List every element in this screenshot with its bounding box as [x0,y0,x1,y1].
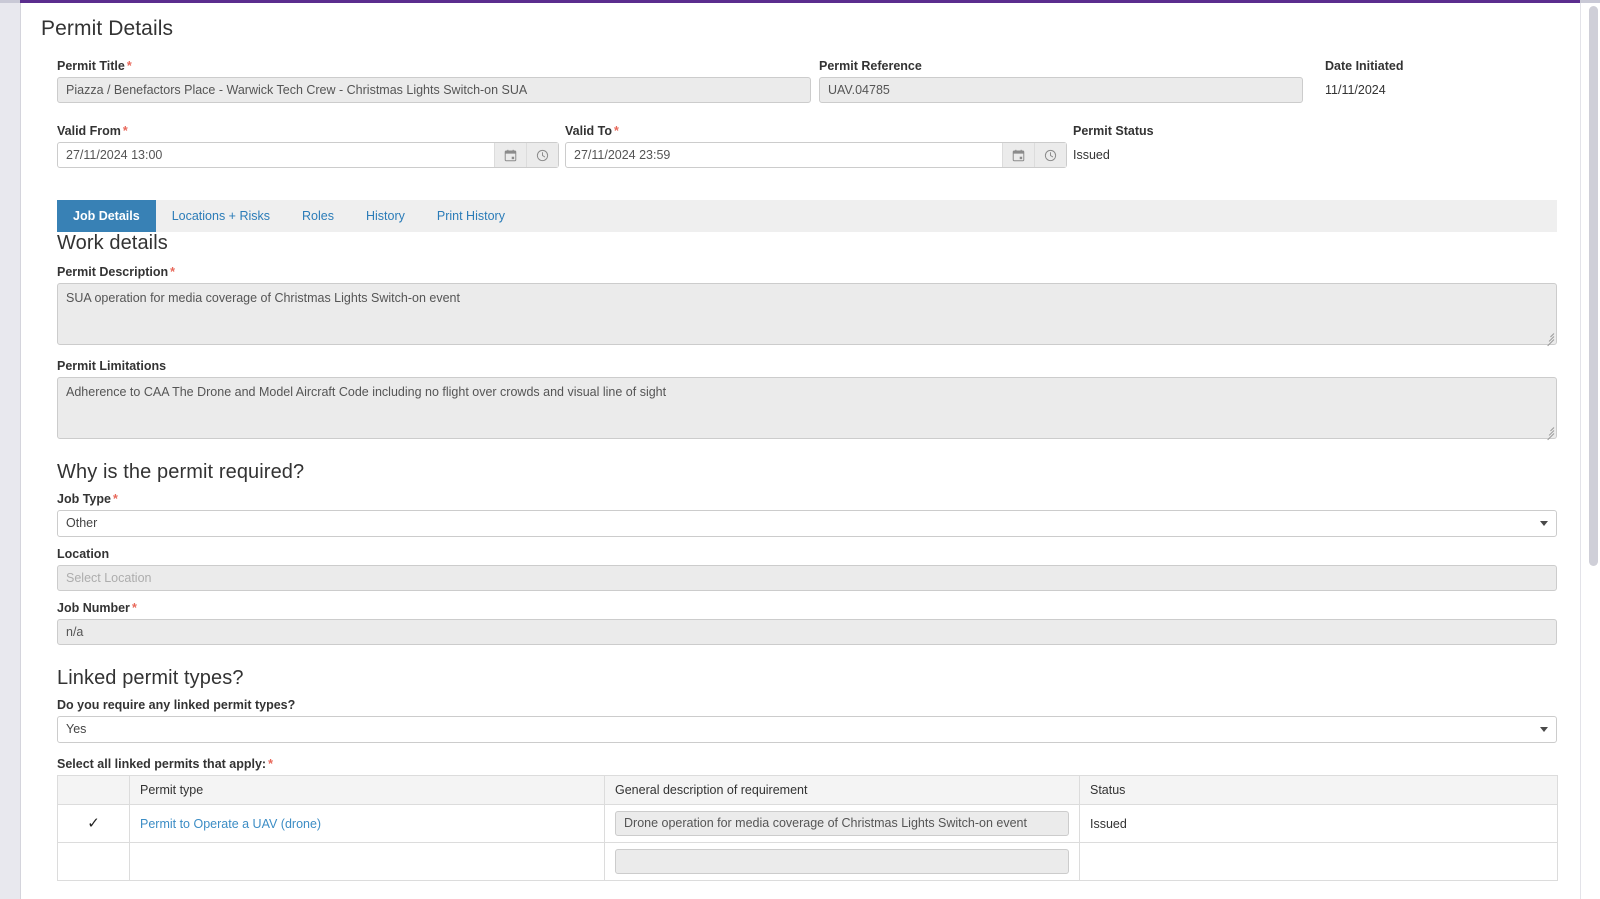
required-marker: * [126,59,132,73]
tab-locations-risks[interactable]: Locations + Risks [156,200,286,232]
table-header-row: Permit type General description of requi… [57,775,1558,805]
permit-status-label: Permit Status [1073,124,1154,138]
require-linked-label: Do you require any linked permit types? [57,698,296,712]
valid-to-input[interactable]: 27/11/2024 23:59 [565,142,1067,168]
col-select [57,775,130,805]
required-marker: * [170,265,176,279]
valid-from-input[interactable]: 27/11/2024 13:00 [57,142,559,168]
required-marker: * [122,124,128,138]
field-permit-reference: Permit Reference UAV.04785 [819,59,1303,103]
permit-reference-label: Permit Reference [819,59,922,73]
permit-type-link[interactable]: Permit to Operate a UAV (drone) [140,817,321,831]
page-scrollbar-thumb[interactable] [1589,6,1598,566]
required-marker: * [131,601,137,615]
field-permit-title: Permit Title * Piazza / Benefactors Place… [57,59,811,103]
permit-limitations-textarea[interactable]: Adherence to CAA The Drone and Model Air… [57,377,1557,439]
tab-print-history[interactable]: Print History [421,200,521,232]
valid-from-pickers [494,143,558,167]
require-linked-select[interactable]: Yes [57,716,1557,743]
field-permit-description: Permit Description * SUA operation for me… [57,265,1557,347]
section-why-required: Why is the permit required? Job Type * Ot… [57,461,1557,645]
tab-job-details[interactable]: Job Details [57,200,156,232]
permit-description-textarea[interactable]: SUA operation for media coverage of Chri… [57,283,1557,345]
col-permit-type: Permit type [129,775,605,805]
linked-permits-heading: Linked permit types? [57,667,244,689]
row-status-cell [1079,842,1558,881]
row-status-cell: Issued [1079,804,1558,843]
check-icon: ✓ [87,815,100,832]
table-row [57,842,1558,881]
table-row: ✓ Permit to Operate a UAV (drone) Drone … [57,804,1558,843]
row-description-cell [604,842,1080,881]
valid-to-label: Valid To * [565,124,619,138]
tab-bar: Job Details Locations + Risks Roles Hist… [57,200,1557,232]
valid-from-label: Valid From * [57,124,128,138]
select-linked-permits-label: Select all linked permits that apply: * [57,757,273,771]
field-job-number: Job Number * n/a [57,601,1557,645]
field-date-initiated: Date Initiated 11/11/2024 [1325,59,1555,103]
valid-to-pickers [1002,143,1066,167]
job-number-label: Job Number * [57,601,137,615]
permit-limitations-label: Permit Limitations [57,359,167,373]
section-linked-permits: Linked permit types? Do you require any … [57,667,1558,881]
row-description-input[interactable] [615,849,1069,874]
row-description-input[interactable]: Drone operation for media coverage of Ch… [615,811,1069,836]
job-number-input[interactable]: n/a [57,619,1557,645]
location-input[interactable]: Select Location [57,565,1557,591]
col-description: General description of requirement [604,775,1080,805]
brand-accent-bar [20,0,1580,3]
page-scrollbar[interactable] [1580,3,1600,899]
row-checkbox-cell[interactable]: ✓ [57,804,130,843]
field-location: Location Select Location [57,547,1557,591]
required-marker: * [614,124,619,138]
calendar-icon[interactable] [494,143,526,167]
form-content: Permit Title * Piazza / Benefactors Place… [21,59,1561,881]
date-initiated-value: 11/11/2024 [1325,83,1386,97]
field-job-type: Job Type * Other [57,492,1557,537]
job-type-select[interactable]: Other [57,510,1557,537]
page-title: Permit Details [41,17,174,40]
why-required-heading: Why is the permit required? [57,461,305,483]
field-permit-limitations: Permit Limitations Adherence to CAA The … [57,359,1557,441]
permit-title-input[interactable]: Piazza / Benefactors Place - Warwick Tec… [57,77,811,103]
field-valid-to: Valid To * 27/11/2024 23:59 [565,124,1067,168]
tab-history[interactable]: History [350,200,421,232]
required-marker: * [268,757,273,771]
row-checkbox-cell[interactable] [57,842,130,881]
row-description-cell: Drone operation for media coverage of Ch… [604,804,1080,843]
work-details-heading: Work details [57,232,168,254]
location-label: Location [57,547,110,561]
permit-reference-input[interactable]: UAV.04785 [819,77,1303,103]
permit-status-value: Issued [1073,148,1110,162]
tab-roles[interactable]: Roles [286,200,350,232]
app-viewport: Permit Details Permit Title * Piazza / Be… [0,0,1600,899]
calendar-icon[interactable] [1002,143,1034,167]
header-row-2: Valid From * 27/11/2024 13:00 Valid To *… [37,124,1545,186]
header-row-1: Permit Title * Piazza / Benefactors Place… [37,59,1545,121]
date-initiated-label: Date Initiated [1325,59,1404,73]
col-status: Status [1079,775,1558,805]
field-require-linked: Do you require any linked permit types? … [57,698,1557,743]
row-permit-type-cell: Permit to Operate a UAV (drone) [129,804,605,843]
clock-icon[interactable] [1034,143,1066,167]
page-surface: Permit Details Permit Title * Piazza / Be… [20,3,1580,899]
permit-title-label: Permit Title * [57,59,132,73]
clock-icon[interactable] [526,143,558,167]
field-valid-from: Valid From * 27/11/2024 13:00 [57,124,559,168]
permit-description-label: Permit Description * [57,265,176,279]
linked-permits-table: Permit type General description of requi… [57,775,1558,881]
section-work-details: Work details Permit Description * SUA ope… [57,232,1557,441]
job-type-label: Job Type * [57,492,118,506]
row-permit-type-cell [129,842,605,881]
required-marker: * [112,492,118,506]
field-permit-status: Permit Status Issued [1073,124,1323,168]
